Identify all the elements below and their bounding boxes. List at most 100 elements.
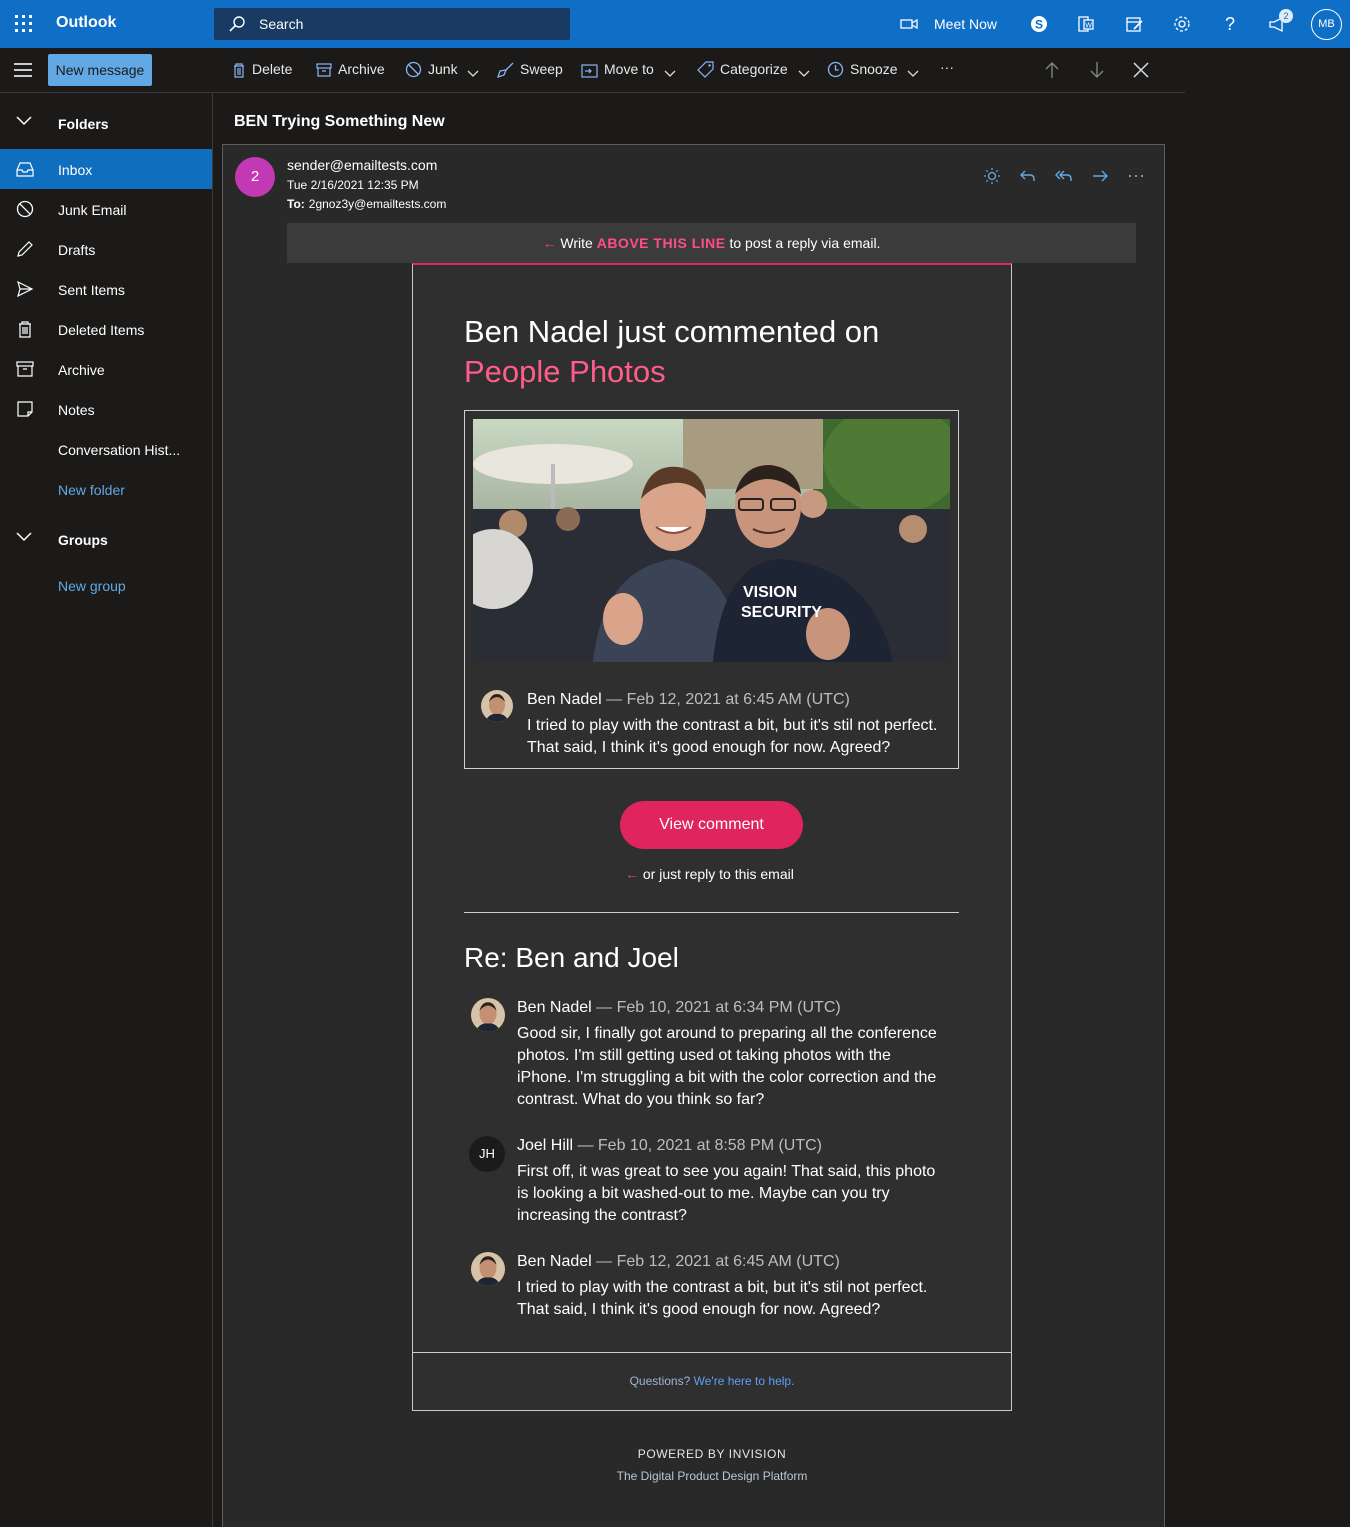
comment-text: I tried to play with the contrast a bit,… [517, 1277, 937, 1321]
chevron-down-icon[interactable] [907, 70, 919, 78]
inbox-icon [16, 160, 34, 178]
sidebar-item-notes[interactable]: Notes [0, 389, 212, 429]
groups-section-header[interactable]: Groups [0, 520, 213, 560]
new-message-button[interactable]: New message [48, 54, 152, 86]
comment-author: Joel Hill [517, 1137, 573, 1154]
chevron-down-icon[interactable] [467, 70, 479, 78]
snooze-button[interactable]: Snooze [827, 61, 919, 78]
comment-text: Good sir, I finally got around to prepar… [517, 1023, 947, 1111]
categorize-button[interactable]: Categorize [697, 61, 810, 78]
ben-nadel-avatar [471, 1252, 505, 1286]
sidebar-item-label: Notes [58, 402, 95, 418]
sidebar-item-deleted-items[interactable]: Deleted Items [0, 309, 212, 349]
headline-text: Ben Nadel just commented on [464, 314, 879, 349]
photo-ben-and-joel[interactable]: VISION SECURITY [473, 419, 950, 662]
blocked-icon [405, 61, 422, 78]
more-actions-button[interactable]: ··· [940, 59, 954, 75]
reply-prefix: Write [557, 235, 597, 251]
reply-suffix: to post a reply via email. [726, 235, 881, 251]
reply-arrow: ← [625, 866, 639, 882]
skype-icon[interactable]: S [1027, 12, 1051, 36]
comment-meta: — Feb 12, 2021 at 6:45 AM (UTC) [602, 691, 850, 708]
sidebar-item-drafts[interactable]: Drafts [0, 229, 212, 269]
comment-author-line: Ben Nadel — Feb 10, 2021 at 6:34 PM (UTC… [517, 999, 841, 1017]
hamburger-menu-icon[interactable] [14, 63, 34, 77]
trash-icon [232, 62, 246, 78]
comment-author-line: Ben Nadel — Feb 12, 2021 at 6:45 AM (UTC… [517, 1253, 840, 1271]
sender-address[interactable]: sender@emailtests.com [287, 157, 437, 173]
ben-nadel-avatar [481, 690, 513, 722]
sidebar-item-label: Conversation Hist... [58, 442, 180, 458]
message-subject: BEN Trying Something New [234, 113, 445, 131]
folders-label: Folders [58, 116, 109, 132]
recipient-line: To:2gnoz3y@emailtests.com [287, 197, 446, 211]
new-folder-link[interactable]: New folder [0, 469, 212, 509]
folders-section-header[interactable]: Folders [0, 104, 213, 144]
junk-button[interactable]: Junk [405, 61, 479, 78]
delete-button[interactable]: Delete [232, 61, 292, 78]
people-photos-link[interactable]: People Photos [464, 352, 879, 392]
help-link[interactable]: We're here to help. [694, 1374, 795, 1388]
app-launcher-icon[interactable] [14, 14, 34, 34]
search-box[interactable]: Search [214, 8, 570, 40]
sidebar-item-inbox[interactable]: Inbox [0, 149, 212, 189]
new-folder-label: New folder [58, 482, 125, 498]
forward-icon[interactable] [1090, 166, 1110, 186]
move-to-button[interactable]: Move to [581, 61, 676, 78]
comment-text: I tried to play with the contrast a bit,… [527, 715, 947, 759]
send-icon [16, 280, 34, 298]
arrow-down-icon[interactable] [1089, 61, 1105, 79]
reply-icon[interactable] [1018, 166, 1038, 186]
email-headline: Ben Nadel just commented on People Photo… [464, 312, 879, 392]
svg-text:W: W [1085, 23, 1092, 30]
sender-avatar[interactable]: 2 [235, 157, 275, 197]
office-icon[interactable]: W [1074, 12, 1098, 36]
video-camera-icon [900, 17, 918, 31]
powered-by: POWERED BY INVISION [412, 1447, 1012, 1461]
sidebar-item-label: Inbox [58, 162, 92, 178]
reply-arrow: ← [543, 235, 557, 251]
more-options-icon[interactable] [1126, 166, 1146, 186]
archive-button[interactable]: Archive [316, 61, 385, 78]
recipient-address[interactable]: 2gnoz3y@emailtests.com [309, 197, 447, 211]
view-comment-button[interactable]: View comment [620, 801, 803, 849]
comment-author: Ben Nadel [527, 691, 602, 708]
close-icon[interactable] [1133, 62, 1149, 78]
app-name[interactable]: Outlook [56, 14, 116, 32]
sidebar-item-sent-items[interactable]: Sent Items [0, 269, 212, 309]
help-line: Questions? We're here to help. [412, 1374, 1012, 1388]
new-group-link[interactable]: New group [0, 565, 212, 605]
sidebar-item-archive[interactable]: Archive [0, 349, 212, 389]
archive-icon [16, 360, 34, 378]
sidebar-item-conversation-history[interactable]: Conversation Hist... [0, 429, 212, 469]
questions-text: Questions? [630, 1374, 694, 1388]
meet-now-label: Meet Now [934, 16, 997, 32]
chevron-down-icon[interactable] [798, 70, 810, 78]
note-icon [16, 400, 34, 418]
comment-meta: — Feb 10, 2021 at 6:34 PM (UTC) [592, 999, 841, 1016]
arrow-up-icon[interactable] [1044, 61, 1060, 79]
search-input[interactable]: Search [259, 16, 303, 32]
comment-text: First off, it was great to see you again… [517, 1161, 947, 1227]
help-icon[interactable]: ? [1218, 12, 1242, 36]
my-day-icon[interactable] [1122, 12, 1146, 36]
sidebar-item-junk-email[interactable]: Junk Email [0, 189, 212, 229]
notification-badge: 2 [1279, 9, 1293, 23]
or-reply-text: or just reply to this email [639, 866, 794, 882]
sidebar-item-label: Junk Email [58, 202, 126, 218]
settings-gear-icon[interactable] [1170, 12, 1194, 36]
account-avatar[interactable]: MB [1311, 9, 1342, 40]
reply-above-line-banner: ← Write ABOVE THIS LINE to post a reply … [287, 223, 1136, 263]
sweep-button[interactable]: Sweep [497, 61, 563, 78]
message-date: Tue 2/16/2021 12:35 PM [287, 178, 419, 192]
archive-label: Archive [338, 61, 385, 77]
folder-pane: Folders Inbox Junk Email Drafts Sent Ite… [0, 93, 213, 1527]
svg-text:S: S [1035, 18, 1043, 32]
groups-label: Groups [58, 532, 108, 548]
reply-all-icon[interactable] [1054, 166, 1074, 186]
search-icon [228, 15, 246, 38]
comment-author-line: Ben Nadel — Feb 12, 2021 at 6:45 AM (UTC… [527, 691, 850, 709]
archive-icon [316, 62, 332, 78]
brightness-sun-icon[interactable] [982, 166, 1002, 186]
chevron-down-icon[interactable] [664, 70, 676, 78]
